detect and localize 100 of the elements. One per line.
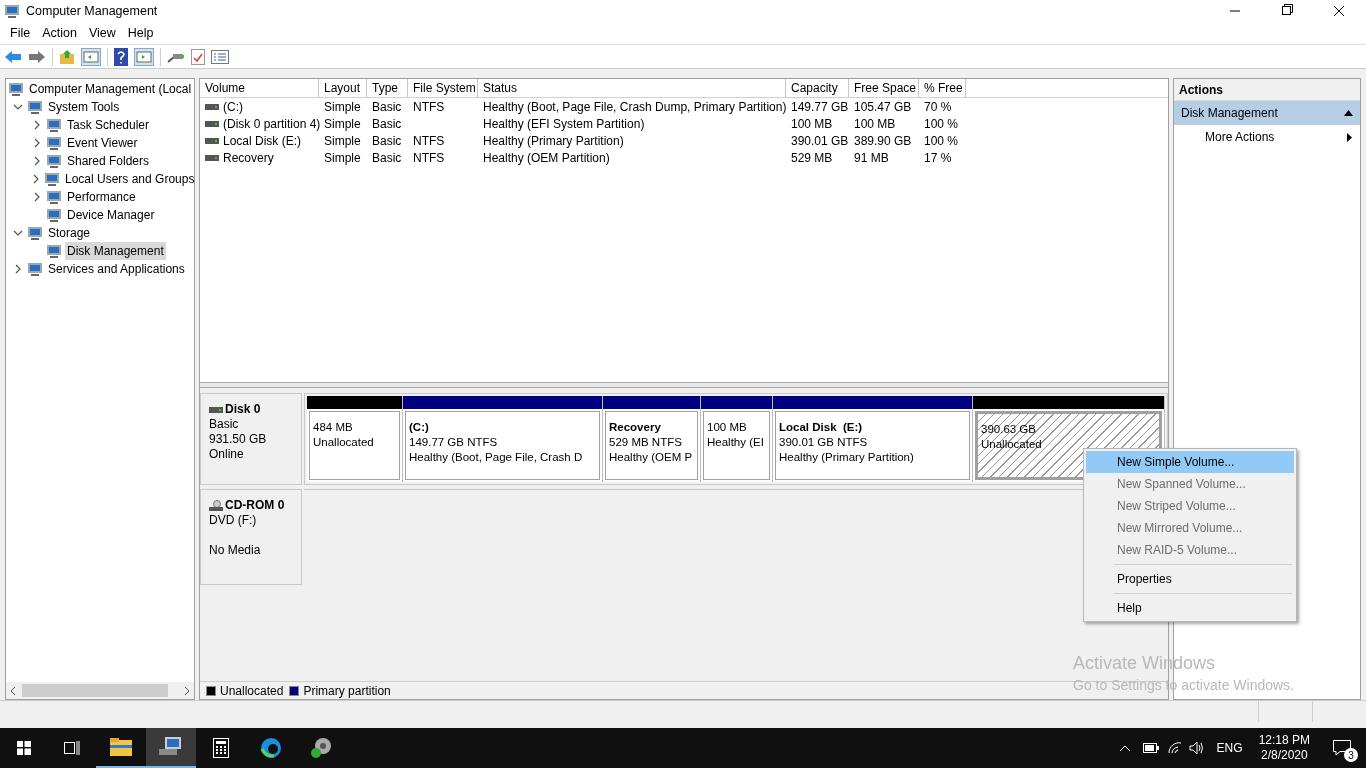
- table-cell-text: Basic: [372, 98, 402, 116]
- table-cell-text: Recovery: [223, 149, 274, 167]
- partition-block[interactable]: (C:) 149.77 GB NTFS Healthy (Boot, Page File, Crash D: [405, 411, 600, 480]
- collapse-triangle-icon[interactable]: [1344, 110, 1353, 116]
- chevron-down-icon[interactable]: [13, 102, 23, 112]
- folder-icon[interactable]: [110, 738, 132, 756]
- table-cell-text: 149.77 GB: [791, 98, 849, 116]
- checklist-icon[interactable]: [191, 48, 205, 65]
- help-icon[interactable]: [114, 47, 128, 66]
- column-header[interactable]: Type: [367, 79, 408, 97]
- battery-icon[interactable]: [1142, 743, 1159, 753]
- chevron-down-icon[interactable]: [13, 228, 23, 238]
- partition-block[interactable]: 100 MB Healthy (EI: [703, 411, 770, 480]
- tree-item[interactable]: Computer Management (Local: [27, 80, 194, 98]
- console-icon: [46, 135, 62, 151]
- column-header[interactable]: Volume: [200, 79, 319, 97]
- partition-text: Healthy (Primary Partition): [779, 450, 914, 465]
- table-cell-text: Healthy (OEM Partition): [483, 149, 610, 167]
- column-header[interactable]: Capacity: [786, 79, 849, 97]
- column-header[interactable]: Layout: [319, 79, 367, 97]
- action-link[interactable]: More Actions: [1174, 125, 1360, 149]
- gear-icon[interactable]: [310, 737, 332, 759]
- menu-item[interactable]: New Simple Volume...: [1086, 451, 1294, 473]
- clock[interactable]: 12:18 PM 2/8/2020: [1258, 733, 1310, 763]
- scroll-right-icon[interactable]: [182, 685, 192, 696]
- table-cell-text: Simple: [324, 132, 361, 150]
- table-cell-text: Local Disk (E:): [223, 132, 302, 150]
- forward-arrow-icon[interactable]: [28, 49, 46, 64]
- scroll-left-icon[interactable]: [8, 685, 18, 696]
- menu-item[interactable]: View: [82, 23, 122, 43]
- column-header[interactable]: File System: [408, 79, 478, 97]
- console-icon: [27, 99, 43, 115]
- disk-info-panel[interactable]: CD-ROM 0 DVD (F:) No Media: [200, 489, 302, 585]
- column-header[interactable]: Status: [478, 79, 786, 97]
- list-icon[interactable]: [211, 49, 229, 64]
- console-icon: [46, 207, 62, 223]
- partition-text: Healthy (OEM P: [609, 450, 693, 465]
- tree-item[interactable]: Services and Applications: [46, 260, 187, 278]
- tree-item[interactable]: Task Scheduler: [65, 116, 152, 134]
- tree-item[interactable]: Device Manager: [65, 206, 157, 224]
- chevron-up-icon[interactable]: [1118, 744, 1131, 752]
- partition-title: (C:): [409, 420, 429, 435]
- table-cell-text: NTFS: [413, 149, 445, 167]
- table-cell-text: 389.90 GB: [854, 132, 912, 150]
- partition-text: 149.77 GB NTFS: [409, 435, 498, 450]
- table-cell-text: NTFS: [413, 98, 445, 116]
- menu-item[interactable]: File: [4, 23, 37, 43]
- folder-up-icon[interactable]: [59, 48, 75, 65]
- back-arrow-icon[interactable]: [4, 49, 22, 64]
- partition-text: 390.63 GB: [981, 422, 1036, 437]
- disk-name: Disk 0: [225, 402, 261, 417]
- table-cell-text: Basic: [372, 149, 402, 167]
- legend-label: Primary partition: [303, 682, 391, 700]
- table-cell-text: NTFS: [413, 132, 445, 150]
- scrollbar-thumb[interactable]: [22, 684, 168, 697]
- tree-item[interactable]: Shared Folders: [65, 152, 152, 170]
- partition-text: 484 MB: [313, 420, 353, 435]
- tree-item[interactable]: Storage: [46, 224, 93, 242]
- actions-section[interactable]: Disk Management: [1174, 101, 1360, 125]
- partition-text: Healthy (Boot, Page File, Crash D: [409, 450, 583, 465]
- computer-management-icon[interactable]: [159, 737, 183, 757]
- partition-block[interactable]: Local Disk (E:) 390.01 GB NTFS Healthy (Primary Partition): [775, 411, 970, 480]
- tree-item[interactable]: Performance: [65, 188, 138, 206]
- disk-name: CD-ROM 0: [225, 498, 285, 513]
- actions-header: Actions: [1174, 79, 1360, 101]
- tree-item[interactable]: Event Viewer: [65, 134, 140, 152]
- tree-item[interactable]: Disk Management: [65, 242, 166, 260]
- partition-text: 100 MB: [707, 420, 747, 435]
- disk-detail: 931.50 GB: [209, 432, 268, 447]
- drive-icon: [209, 405, 223, 414]
- column-header[interactable]: % Free: [919, 79, 966, 97]
- partition-block[interactable]: 484 MB Unallocated: [309, 411, 400, 480]
- calculator-icon[interactable]: [213, 738, 229, 758]
- menu-item[interactable]: Properties: [1086, 568, 1294, 590]
- browser-icon[interactable]: [260, 737, 282, 759]
- chevron-right-icon[interactable]: [13, 264, 23, 274]
- speaker-icon[interactable]: [1188, 741, 1205, 755]
- partition-text: Healthy (EI: [707, 435, 764, 450]
- console-icon: [46, 153, 62, 169]
- table-cell-text: 70 %: [924, 98, 952, 116]
- menu-item[interactable]: Help: [121, 23, 160, 43]
- drive-icon: [205, 102, 219, 111]
- table-cell-text: 100 %: [924, 132, 959, 150]
- language-indicator[interactable]: ENG: [1216, 739, 1243, 757]
- wifi-icon[interactable]: [1166, 741, 1183, 755]
- table-cell-text: (Disk 0 partition 4): [223, 115, 321, 133]
- pane-toggle-icon[interactable]: [134, 47, 154, 66]
- disk-info-panel[interactable]: Disk 0 Basic 931.50 GB Online: [200, 393, 302, 485]
- drive-icon: [205, 136, 219, 145]
- window-title: Computer Management: [26, 2, 158, 20]
- menu-item[interactable]: Help: [1086, 597, 1294, 619]
- table-cell-text: Healthy (EFI System Partition): [483, 115, 645, 133]
- disk-detail: Basic: [209, 417, 240, 432]
- column-header[interactable]: Free Space: [849, 79, 919, 97]
- pane-toggle-icon[interactable]: [81, 47, 101, 66]
- table-cell-text: 529 MB: [791, 149, 833, 167]
- tree-item[interactable]: System Tools: [46, 98, 122, 116]
- menu-item[interactable]: Action: [36, 23, 83, 43]
- tree-item[interactable]: Local Users and Groups: [63, 170, 194, 188]
- partition-block[interactable]: Recovery 529 MB NTFS Healthy (OEM P: [605, 411, 698, 480]
